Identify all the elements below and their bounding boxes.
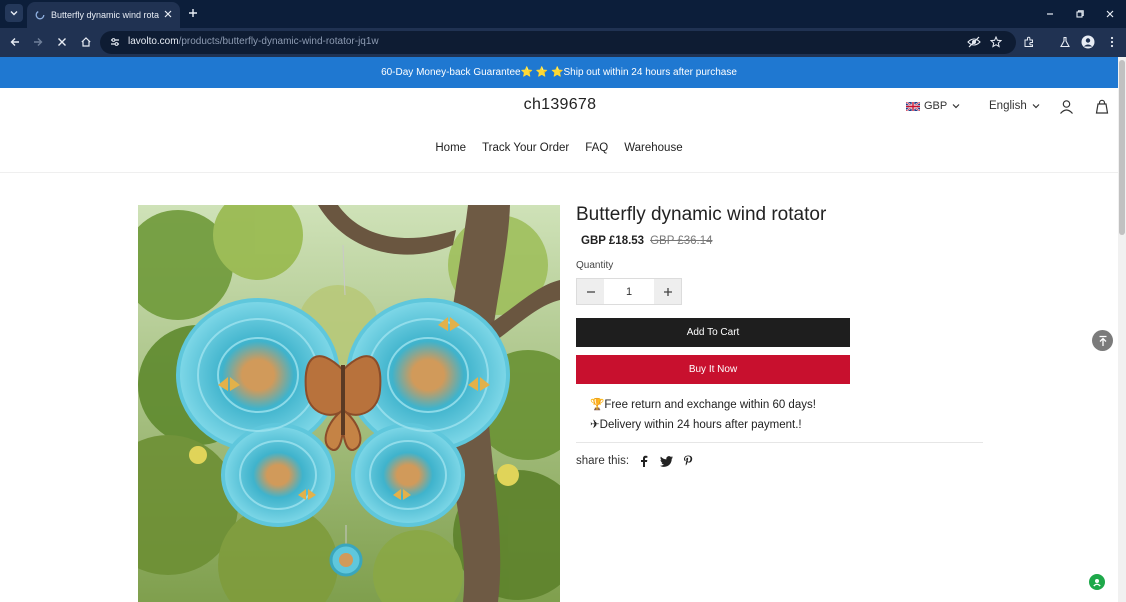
eye-off-icon[interactable] — [966, 34, 982, 50]
url-path: /products/butterfly-dynamic-wind-rotator… — [178, 36, 379, 47]
chat-support-icon[interactable] — [1089, 574, 1105, 590]
twitter-icon[interactable] — [659, 454, 673, 468]
address-bar[interactable]: lavolto.com/products/butterfly-dynamic-w… — [100, 31, 1016, 54]
arrow-up-icon — [1099, 335, 1106, 346]
nav-home[interactable]: Home — [435, 142, 466, 154]
product-image[interactable] — [138, 205, 560, 602]
price-row: GBP £18.53 GBP £36.14 — [581, 235, 713, 247]
scrollbar-thumb[interactable] — [1119, 60, 1125, 235]
buy-now-button[interactable]: Buy It Now — [576, 355, 850, 384]
return-policy-text: 🏆Free return and exchange within 60 days… — [590, 399, 816, 411]
announcement-bar: 60-Day Money-back Guarantee⭐ ⭐ ⭐Ship out… — [0, 57, 1118, 88]
plus-icon — [663, 287, 672, 296]
currency-label: GBP — [924, 100, 948, 112]
labs-flask-icon[interactable] — [1057, 34, 1073, 50]
loading-spinner-icon — [35, 10, 45, 20]
delivery-info-text: ✈Delivery within 24 hours after payment.… — [590, 419, 802, 431]
sale-price: GBP £18.53 — [581, 235, 645, 247]
page-scrollbar[interactable] — [1118, 57, 1126, 602]
nav-warehouse[interactable]: Warehouse — [624, 142, 682, 154]
nav-track-order[interactable]: Track Your Order — [482, 142, 569, 154]
bookmark-star-icon[interactable] — [988, 34, 1004, 50]
minus-icon — [586, 290, 595, 293]
decrease-quantity-button[interactable] — [577, 279, 604, 304]
quantity-label: Quantity — [576, 260, 614, 271]
compare-at-price: GBP £36.14 — [650, 235, 713, 247]
chevron-down-icon — [1032, 104, 1040, 109]
nav-faq[interactable]: FAQ — [585, 142, 608, 154]
shopping-bag-icon[interactable] — [1094, 98, 1110, 114]
back-to-top-button[interactable] — [1092, 330, 1113, 351]
tab-title: Butterfly dynamic wind rotator — [51, 10, 159, 20]
store-brand-logo[interactable]: ch139678 — [480, 96, 640, 114]
share-bar: share this: — [576, 454, 695, 468]
account-user-icon[interactable] — [1058, 98, 1074, 114]
profile-avatar-icon[interactable] — [1080, 34, 1096, 50]
pinterest-icon[interactable] — [681, 454, 695, 468]
close-tab-icon[interactable] — [162, 8, 174, 20]
info-divider — [576, 442, 983, 443]
forward-arrow-icon[interactable] — [30, 34, 46, 50]
tab-search-button[interactable] — [5, 4, 23, 22]
language-selector[interactable]: English — [989, 100, 1041, 112]
stop-loading-icon[interactable] — [54, 34, 70, 50]
main-navigation: Home Track Your Order FAQ Warehouse — [0, 142, 1118, 154]
url-host: lavolto.com — [128, 36, 179, 47]
url-text[interactable]: lavolto.com/products/butterfly-dynamic-w… — [128, 36, 379, 47]
chevron-down-icon — [952, 104, 960, 109]
header-divider — [0, 172, 1118, 173]
share-label: share this: — [576, 455, 630, 467]
facebook-icon[interactable] — [637, 454, 651, 468]
new-tab-plus-icon[interactable] — [186, 6, 200, 20]
browser-tab-strip: Butterfly dynamic wind rotator — [0, 0, 1126, 28]
product-title: Butterfly dynamic wind rotator — [576, 204, 827, 225]
home-icon[interactable] — [78, 34, 94, 50]
back-arrow-icon[interactable] — [7, 34, 23, 50]
close-window-icon[interactable] — [1103, 7, 1117, 21]
more-menu-icon[interactable] — [1104, 34, 1120, 50]
announcement-text: 60-Day Money-back Guarantee⭐ ⭐ ⭐Ship out… — [381, 67, 737, 78]
extensions-icon[interactable] — [1021, 34, 1037, 50]
chevron-down-icon — [10, 11, 18, 16]
browser-toolbar: lavolto.com/products/butterfly-dynamic-w… — [0, 28, 1126, 57]
quantity-stepper — [576, 278, 682, 305]
site-settings-icon[interactable] — [108, 35, 122, 49]
browser-tab-active[interactable]: Butterfly dynamic wind rotator — [27, 2, 180, 28]
minimize-icon[interactable] — [1043, 7, 1057, 21]
currency-selector[interactable]: GBP — [906, 100, 961, 112]
uk-flag-icon — [906, 101, 920, 111]
language-label: English — [989, 100, 1027, 112]
quantity-input[interactable] — [604, 279, 654, 304]
add-to-cart-button[interactable]: Add To Cart — [576, 318, 850, 347]
restore-icon[interactable] — [1073, 7, 1087, 21]
increase-quantity-button[interactable] — [654, 279, 681, 304]
